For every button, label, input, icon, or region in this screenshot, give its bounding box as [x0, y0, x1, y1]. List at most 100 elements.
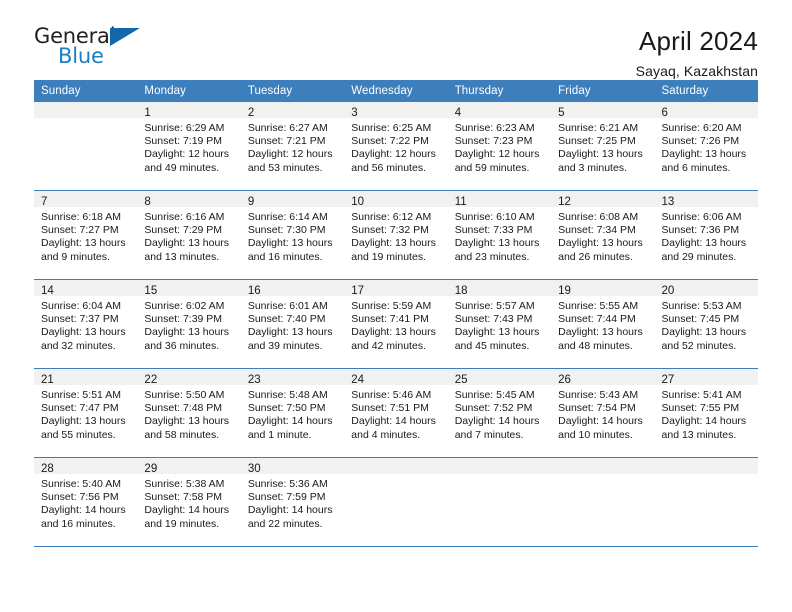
sunrise-time: Sunrise: 6:25 AM	[351, 122, 432, 134]
calendar-cell-day[interactable]: 3 Sunrise: 6:25 AM Sunset: 7:22 PM Daylight…	[344, 102, 448, 191]
sunrise-time: Sunrise: 6:02 AM	[144, 300, 225, 312]
daylight-duration-line1: Daylight: 13 hours	[144, 326, 230, 339]
day-cell: 25 Sunrise: 5:45 AM Sunset: 7:52 PM Dayligh…	[447, 369, 552, 457]
daylight-duration-line2: and 32 minutes.	[41, 339, 116, 352]
calendar-cell-day[interactable]: 20 Sunrise: 5:53 AM Sunset: 7:45 PM Dayligh…	[654, 279, 758, 369]
sunset-time: Sunset: 7:52 PM	[454, 402, 533, 415]
calendar-cell-day[interactable]: 24 Sunrise: 5:46 AM Sunset: 7:51 PM Dayligh…	[344, 368, 448, 458]
daylight-duration-line1: Daylight: 13 hours	[351, 237, 436, 250]
day-details: Sunrise: 5:50 AM Sunset: 7:48 PM Daylight:…	[137, 385, 240, 442]
calendar-week-row: 14 Sunrise: 6:04 AM Sunset: 7:37 PM Dayligh…	[34, 279, 758, 369]
day-number: 3	[351, 107, 358, 119]
calendar-cell-day[interactable]: 30 Sunrise: 5:36 AM Sunset: 7:59 PM Dayligh…	[240, 457, 345, 547]
sunrise-time: Sunrise: 6:18 AM	[41, 211, 121, 223]
calendar-cell-day[interactable]: 28 Sunrise: 5:40 AM Sunset: 7:56 PM Dayligh…	[34, 457, 138, 547]
day-details: Sunrise: 5:43 AM Sunset: 7:54 PM Daylight:…	[551, 385, 654, 442]
calendar-cell-day[interactable]: 25 Sunrise: 5:45 AM Sunset: 7:52 PM Dayligh…	[447, 368, 552, 458]
day-cell: 29 Sunrise: 5:38 AM Sunset: 7:58 PM Dayligh…	[137, 458, 241, 546]
daylight-duration-line2: and 3 minutes.	[558, 161, 627, 174]
day-number-band: 4	[447, 102, 552, 119]
day-number-band: 13	[654, 191, 758, 208]
calendar-cell-day[interactable]: 5 Sunrise: 6:21 AM Sunset: 7:25 PM Daylight…	[551, 102, 655, 191]
day-cell: 19 Sunrise: 5:55 AM Sunset: 7:44 PM Dayligh…	[551, 280, 655, 368]
calendar-cell-day[interactable]: 13 Sunrise: 6:06 AM Sunset: 7:36 PM Dayligh…	[654, 190, 758, 280]
day-number: 12	[558, 196, 571, 208]
day-details: Sunrise: 6:12 AM Sunset: 7:32 PM Daylight:…	[344, 207, 447, 264]
calendar-cell-day[interactable]: 26 Sunrise: 5:43 AM Sunset: 7:54 PM Dayligh…	[551, 368, 655, 458]
day-details: Sunrise: 5:38 AM Sunset: 7:58 PM Daylight:…	[137, 474, 240, 531]
day-number-band: 29	[137, 458, 241, 475]
daylight-duration-line2: and 53 minutes.	[247, 161, 323, 174]
calendar-cell-day[interactable]: 8 Sunrise: 6:16 AM Sunset: 7:29 PM Daylight…	[137, 190, 241, 280]
calendar-cell-day[interactable]: 12 Sunrise: 6:08 AM Sunset: 7:34 PM Dayligh…	[551, 190, 655, 280]
day-number: 13	[661, 196, 675, 208]
daylight-duration-line1: Daylight: 12 hours	[144, 148, 230, 161]
calendar-cell-empty	[34, 102, 138, 191]
day-number: 23	[247, 374, 261, 386]
day-cell	[344, 458, 448, 546]
calendar-cell-day[interactable]: 16 Sunrise: 6:01 AM Sunset: 7:40 PM Dayligh…	[240, 279, 345, 369]
daylight-duration-line1: Daylight: 14 hours	[351, 415, 436, 428]
calendar-cell-day[interactable]: 9 Sunrise: 6:14 AM Sunset: 7:30 PM Daylight…	[240, 190, 345, 280]
day-number-band: 24	[344, 369, 448, 386]
sunrise-time: Sunrise: 6:14 AM	[247, 211, 328, 223]
day-number: 8	[144, 196, 151, 208]
sunset-time: Sunset: 7:30 PM	[247, 224, 326, 237]
calendar-cell-day[interactable]: 29 Sunrise: 5:38 AM Sunset: 7:58 PM Dayligh…	[137, 457, 241, 547]
calendar-week-row: 1 Sunrise: 6:29 AM Sunset: 7:19 PM Daylight…	[34, 102, 758, 191]
calendar-cell-day[interactable]: 15 Sunrise: 6:02 AM Sunset: 7:39 PM Dayligh…	[137, 279, 241, 369]
calendar-cell-day[interactable]: 7 Sunrise: 6:18 AM Sunset: 7:27 PM Daylight…	[34, 190, 138, 280]
calendar-cell-day[interactable]: 23 Sunrise: 5:48 AM Sunset: 7:50 PM Dayligh…	[240, 368, 345, 458]
daylight-duration-line1: Daylight: 14 hours	[558, 415, 643, 428]
sunrise-time: Sunrise: 6:20 AM	[661, 122, 742, 134]
calendar-cell-day[interactable]: 27 Sunrise: 5:41 AM Sunset: 7:55 PM Dayligh…	[654, 368, 758, 458]
calendar-cell-day[interactable]: 1 Sunrise: 6:29 AM Sunset: 7:19 PM Daylight…	[137, 102, 241, 191]
day-details: Sunrise: 5:53 AM Sunset: 7:45 PM Daylight:…	[655, 296, 758, 353]
daylight-duration-line2: and 42 minutes.	[351, 339, 426, 352]
day-number-band: 18	[447, 280, 552, 297]
day-details	[34, 118, 137, 122]
day-number: 24	[351, 374, 365, 386]
calendar-cell-day[interactable]: 19 Sunrise: 5:55 AM Sunset: 7:44 PM Dayligh…	[551, 279, 655, 369]
calendar-cell-day[interactable]: 2 Sunrise: 6:27 AM Sunset: 7:21 PM Daylight…	[240, 102, 345, 191]
calendar-cell-empty	[344, 457, 448, 547]
day-details: Sunrise: 5:45 AM Sunset: 7:52 PM Daylight:…	[448, 385, 551, 442]
day-number: 15	[144, 285, 158, 297]
day-number: 9	[247, 196, 255, 208]
sunrise-time: Sunrise: 5:43 AM	[558, 389, 639, 401]
sunrise-time: Sunrise: 5:45 AM	[454, 389, 535, 401]
calendar-cell-day[interactable]: 18 Sunrise: 5:57 AM Sunset: 7:43 PM Dayligh…	[447, 279, 552, 369]
day-cell: 26 Sunrise: 5:43 AM Sunset: 7:54 PM Dayligh…	[551, 369, 655, 457]
day-details	[344, 474, 447, 478]
sunrise-time: Sunrise: 6:16 AM	[144, 211, 225, 223]
daylight-duration-line1: Daylight: 13 hours	[661, 326, 747, 339]
calendar-cell-day[interactable]: 6 Sunrise: 6:20 AM Sunset: 7:26 PM Daylight…	[654, 102, 758, 191]
calendar-cell-empty	[654, 457, 758, 547]
day-details	[448, 474, 551, 478]
daylight-duration-line2: and 13 minutes.	[144, 250, 220, 263]
sunrise-time: Sunrise: 6:04 AM	[41, 300, 121, 312]
day-number-band	[447, 458, 552, 474]
generalblue-logo[interactable]: General Blue	[34, 26, 164, 74]
calendar-cell-day[interactable]: 22 Sunrise: 5:50 AM Sunset: 7:48 PM Dayligh…	[137, 368, 241, 458]
day-cell	[654, 458, 758, 546]
calendar-cell-day[interactable]: 11 Sunrise: 6:10 AM Sunset: 7:33 PM Dayligh…	[447, 190, 552, 280]
page-title: April 2024	[638, 26, 758, 56]
daylight-duration-line1: Daylight: 13 hours	[558, 326, 643, 339]
day-number: 17	[351, 285, 365, 297]
sunset-time: Sunset: 7:51 PM	[351, 402, 429, 415]
calendar-cell-day[interactable]: 4 Sunrise: 6:23 AM Sunset: 7:23 PM Daylight…	[447, 102, 552, 191]
daylight-duration-line1: Daylight: 13 hours	[41, 237, 126, 250]
calendar-cell-day[interactable]: 17 Sunrise: 5:59 AM Sunset: 7:41 PM Dayligh…	[344, 279, 448, 369]
day-cell: 13 Sunrise: 6:06 AM Sunset: 7:36 PM Dayligh…	[654, 191, 758, 279]
day-number: 30	[247, 463, 261, 475]
daylight-duration-line2: and 16 minutes.	[41, 517, 116, 530]
day-details: Sunrise: 6:25 AM Sunset: 7:22 PM Daylight:…	[344, 118, 447, 175]
day-number-band: 15	[137, 280, 241, 297]
calendar-cell-day[interactable]: 14 Sunrise: 6:04 AM Sunset: 7:37 PM Dayligh…	[34, 279, 138, 369]
calendar-cell-day[interactable]: 21 Sunrise: 5:51 AM Sunset: 7:47 PM Dayligh…	[34, 368, 138, 458]
day-number-band: 9	[240, 191, 345, 208]
sunset-time: Sunset: 7:50 PM	[247, 402, 326, 415]
day-number: 10	[351, 196, 365, 208]
calendar-cell-day[interactable]: 10 Sunrise: 6:12 AM Sunset: 7:32 PM Dayligh…	[344, 190, 448, 280]
